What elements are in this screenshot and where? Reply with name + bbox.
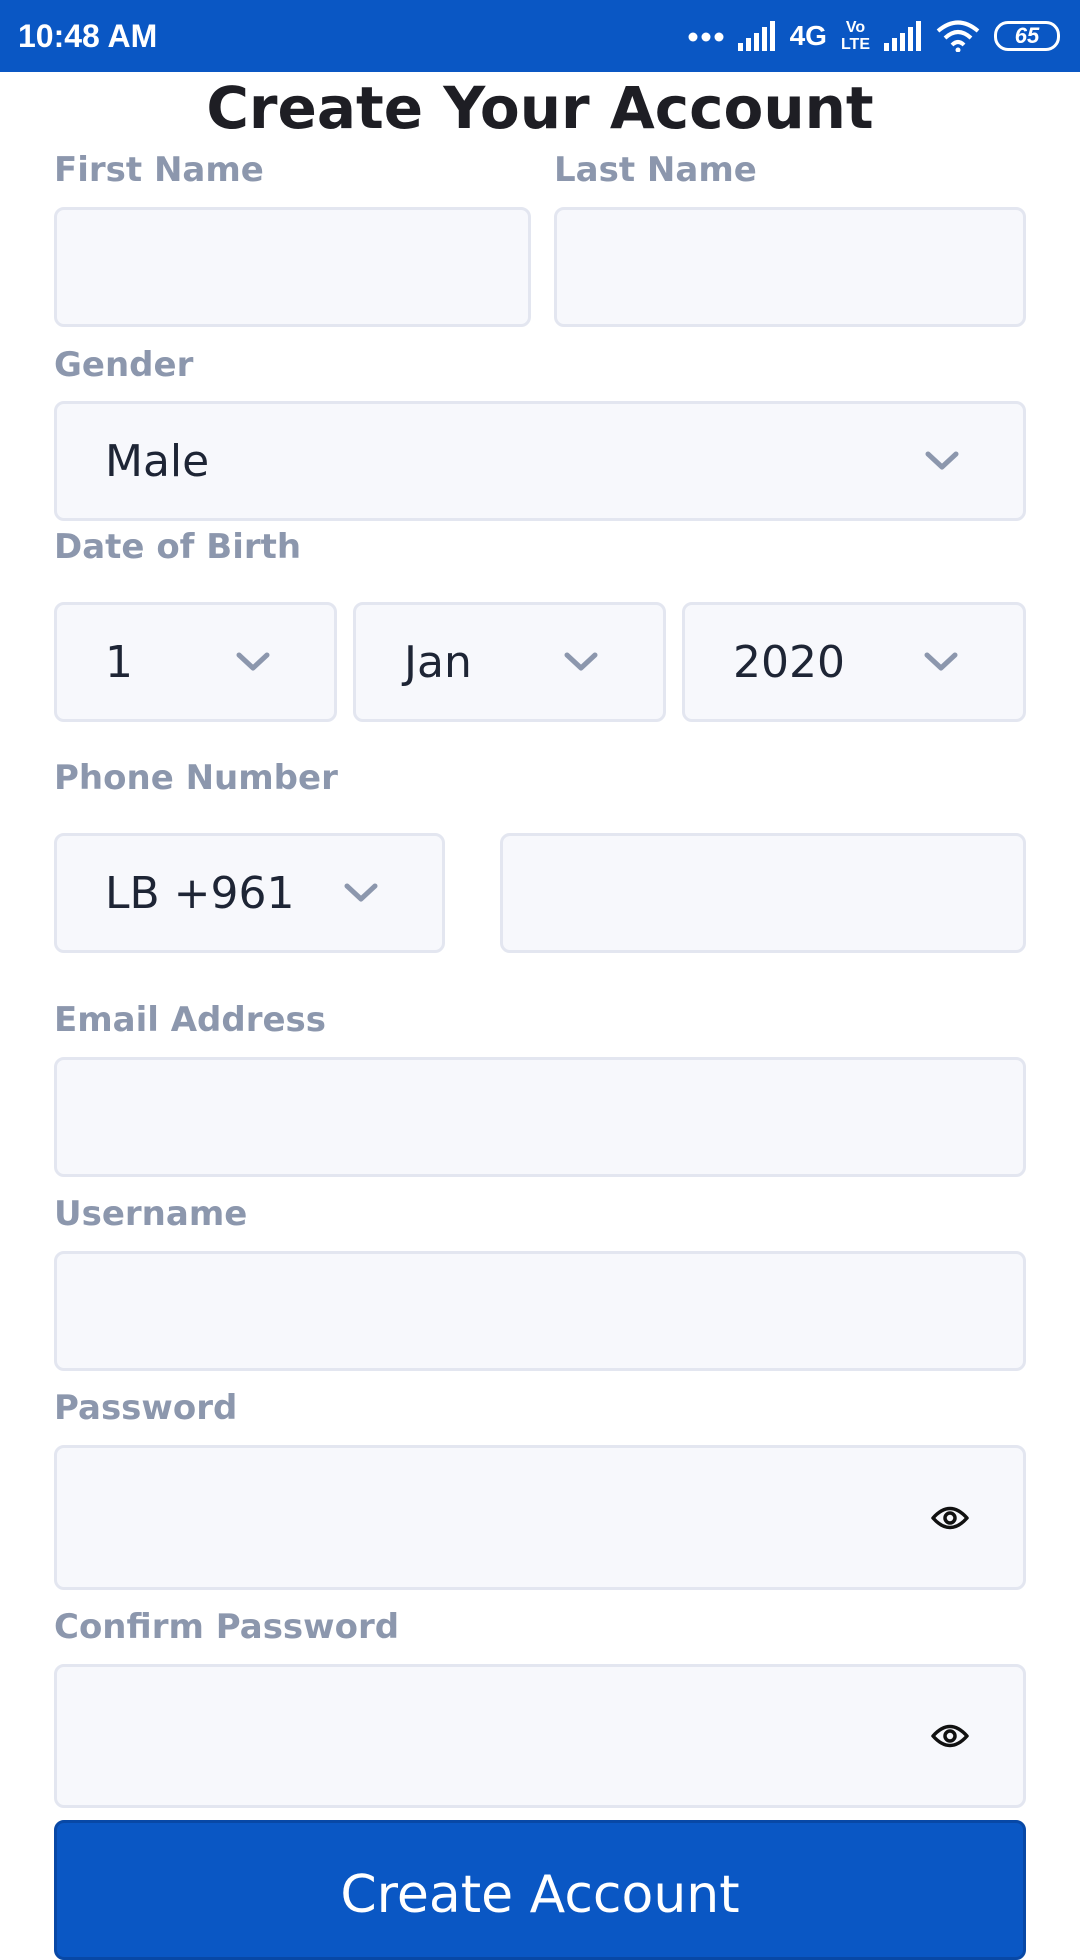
confirm-password-input[interactable] <box>54 1664 1026 1808</box>
country-code-select[interactable]: LB +961 <box>54 833 445 953</box>
username-label: Username <box>54 1194 248 1234</box>
status-icons: 4G Vo LTE 65 <box>688 0 1060 72</box>
wifi-icon <box>936 20 980 52</box>
gender-label: Gender <box>54 345 194 385</box>
dob-month-value: Jan <box>404 636 472 688</box>
volte-top: Vo <box>845 19 866 36</box>
status-bar: 10:48 AM 4G Vo LTE 65 <box>0 0 1080 72</box>
dob-year-select[interactable]: 2020 <box>682 602 1026 722</box>
dob-label: Date of Birth <box>54 527 302 567</box>
eye-icon[interactable] <box>931 1505 969 1531</box>
cellular-signal-icon-2 <box>884 21 921 51</box>
email-label: Email Address <box>54 1000 327 1040</box>
dob-day-select[interactable]: 1 <box>54 602 337 722</box>
status-time: 10:48 AM <box>18 18 158 54</box>
dob-day-value: 1 <box>105 636 133 688</box>
first-name-label: First Name <box>54 150 264 190</box>
phone-label: Phone Number <box>54 758 338 798</box>
gender-value: Male <box>105 435 210 487</box>
email-input[interactable] <box>54 1057 1026 1177</box>
dob-year-value: 2020 <box>733 636 845 688</box>
more-dots-icon <box>688 32 724 42</box>
chevron-down-icon <box>236 652 270 671</box>
confirm-password-label: Confirm Password <box>54 1607 400 1647</box>
eye-icon[interactable] <box>931 1723 969 1749</box>
create-account-button[interactable]: Create Account <box>54 1820 1026 1960</box>
page-title: Create Your Account <box>206 74 874 142</box>
phone-number-input[interactable] <box>500 833 1026 953</box>
volte-indicator: Vo LTE <box>841 19 870 53</box>
first-name-input[interactable] <box>54 207 531 327</box>
cellular-signal-icon <box>737 21 775 51</box>
dob-month-select[interactable]: Jan <box>353 602 666 722</box>
volte-bottom: LTE <box>840 36 870 53</box>
country-code-value: LB +961 <box>105 867 295 919</box>
gender-select[interactable]: Male <box>54 401 1026 521</box>
username-input[interactable] <box>54 1251 1026 1371</box>
password-label: Password <box>54 1388 238 1428</box>
password-input[interactable] <box>54 1445 1026 1590</box>
chevron-down-icon <box>564 652 598 671</box>
network-type: 4G <box>789 20 827 51</box>
chevron-down-icon <box>924 652 958 671</box>
last-name-input[interactable] <box>554 207 1026 327</box>
chevron-down-icon <box>344 883 378 902</box>
last-name-label: Last Name <box>554 150 757 190</box>
chevron-down-icon <box>925 451 959 470</box>
battery-indicator: 65 <box>994 21 1060 51</box>
